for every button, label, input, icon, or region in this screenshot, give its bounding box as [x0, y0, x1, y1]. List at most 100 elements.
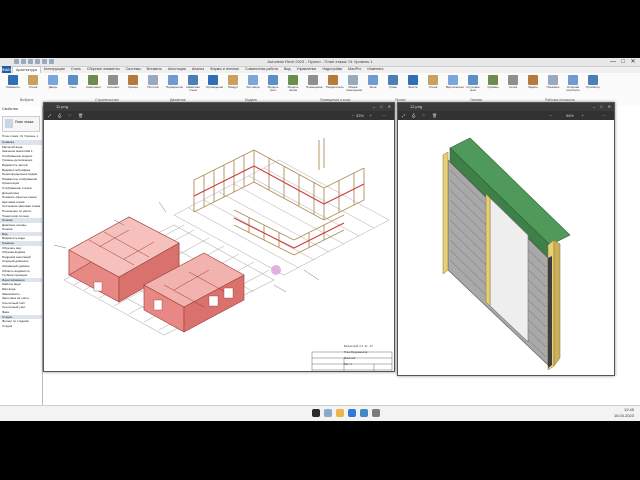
ribbon-button-0[interactable]: Изменить	[6, 75, 20, 97]
ribbon-button-label: Крыша	[128, 85, 138, 89]
ribbon-button-14[interactable]: Модель линия	[286, 75, 300, 97]
delete-icon[interactable]: 🗑	[78, 111, 83, 120]
heart-icon[interactable]: ♡	[422, 111, 426, 120]
tab-2[interactable]: Сталь	[68, 66, 84, 73]
ribbon-button-26[interactable]: Задать	[526, 75, 540, 97]
delete-icon[interactable]: 🗑	[432, 111, 437, 120]
ribbon-button-23[interactable]: Слуховое окно	[466, 75, 480, 97]
tab-0[interactable]: Архитектура	[12, 66, 41, 73]
screen: Autodesk Revit 2023 - Проект - План этаж…	[0, 0, 640, 480]
type-label: План этажа	[15, 120, 34, 124]
ribbon-button-11[interactable]: Пандус	[226, 75, 240, 97]
ribbon-button-label: Компонент	[86, 85, 102, 89]
fit-icon[interactable]: ⤢	[402, 111, 405, 120]
ribbon-button-15[interactable]: Помещение	[306, 75, 323, 97]
ribbon-button-label: Опорная плоскость	[566, 85, 581, 93]
maximize-icon[interactable]: □	[600, 103, 602, 111]
ribbon-button-2[interactable]: Дверь	[46, 75, 60, 97]
viewer-title-bar: 12.png – □ ✕	[398, 103, 614, 111]
ribbon-button-6[interactable]: Крыша	[126, 75, 140, 97]
ribbon-button-9[interactable]: Навесная стена	[186, 75, 200, 97]
ribbon-button-21[interactable]: Стена	[426, 75, 440, 97]
tab-14[interactable]: Изменить	[364, 66, 386, 73]
minimize-icon[interactable]: –	[593, 103, 595, 111]
ribbon-tool-icon	[108, 75, 118, 85]
ribbon-button-17[interactable]: Марка помещения	[346, 75, 363, 97]
tab-12[interactable]: Надстройки	[319, 66, 345, 73]
ribbon-button-label: Задать	[528, 85, 538, 89]
photos-icon[interactable]	[372, 409, 380, 417]
maximize-icon[interactable]: □	[380, 103, 382, 111]
tab-9[interactable]: Совместная работа	[242, 66, 281, 73]
ribbon-button-1[interactable]: Стена	[26, 75, 40, 97]
ribbon-button-13[interactable]: Модель текст	[266, 75, 280, 97]
zoom-out-icon[interactable]: −	[550, 111, 552, 120]
heart-icon[interactable]: ♡	[68, 111, 72, 120]
ribbon-button-29[interactable]: Просмотр	[586, 75, 600, 97]
zoom-in-icon[interactable]: +	[370, 111, 372, 120]
browser-icon[interactable]	[348, 409, 356, 417]
tab-6[interactable]: Аннотации	[165, 66, 189, 73]
tab-10[interactable]: Вид	[281, 66, 294, 73]
type-selector[interactable]: План этажа	[2, 116, 40, 132]
ribbon-button-24[interactable]: Уровень	[486, 75, 500, 97]
more-icon[interactable]: ⋯	[602, 111, 606, 120]
zoom-in-icon[interactable]: +	[582, 111, 584, 120]
ribbon-button-3[interactable]: Окно	[66, 75, 80, 97]
ribbon-button-20[interactable]: Шахта	[406, 75, 420, 97]
ribbon-button-22[interactable]: Вертикально	[446, 75, 464, 97]
ribbon-button-5[interactable]: Колонна	[106, 75, 120, 97]
image-viewer-left: 11.png – □ ✕ ⤢ ⎙ ♡ 🗑 33% − + ⋯ Балкостро…	[43, 102, 395, 372]
print-icon[interactable]: ⎙	[58, 111, 61, 120]
print-icon[interactable]: ⎙	[412, 111, 415, 120]
revit-icon[interactable]	[360, 409, 368, 417]
minimize-icon[interactable]: –	[373, 103, 375, 111]
tab-5[interactable]: Вставить	[144, 66, 165, 73]
window-controls: — □ ✕	[608, 58, 638, 66]
ribbon-button-19[interactable]: Грань	[386, 75, 400, 97]
tab-1[interactable]: Конструкция	[41, 66, 68, 73]
tab-13[interactable]: MaxiPro	[345, 66, 364, 73]
ribbon-button-label: Модель линия	[287, 85, 299, 93]
view-selector[interactable]: План этажа: 01 Уровень 1	[2, 134, 42, 138]
tab-11[interactable]: Управление	[293, 66, 319, 73]
tab-3[interactable]: Сборные элементы	[84, 66, 123, 73]
file-menu-button[interactable]: Файл	[2, 66, 12, 73]
close-icon[interactable]: ✕	[388, 103, 391, 111]
tab-4[interactable]: Системы	[123, 66, 144, 73]
ribbon-tool-icon	[248, 75, 258, 85]
ribbon-button-4[interactable]: Компонент	[86, 75, 102, 97]
close-button[interactable]: ✕	[628, 58, 638, 66]
ribbon-button-label: Потолок	[147, 85, 159, 89]
fit-icon[interactable]: ⤢	[48, 111, 51, 120]
clock[interactable]: 12:45 16.04.2023	[614, 407, 634, 419]
maximize-button[interactable]: □	[618, 58, 628, 66]
ribbon-button-8[interactable]: Перекрытие	[166, 75, 183, 97]
ribbon-button-18[interactable]: Зона	[366, 75, 380, 97]
ribbon-button-label: Марка помещения	[346, 85, 363, 93]
tab-8[interactable]: Формы и генплан	[207, 66, 242, 73]
ribbon-tool-icon	[268, 75, 278, 85]
ribbon-button-7[interactable]: Потолок	[146, 75, 160, 97]
ribbon-button-label: Грань	[388, 85, 397, 89]
ribbon-button-25[interactable]: Сетка	[506, 75, 520, 97]
ribbon-tool-icon	[468, 75, 478, 85]
start-icon[interactable]	[312, 409, 320, 417]
ribbon-tool-icon	[428, 75, 438, 85]
minimize-button[interactable]: —	[608, 58, 618, 66]
explorer-icon[interactable]	[336, 409, 344, 417]
ribbon-button-27[interactable]: Показать	[546, 75, 560, 97]
ribbon-button-28[interactable]: Опорная плоскость	[566, 75, 580, 97]
search-icon[interactable]	[324, 409, 332, 417]
more-icon[interactable]: ⋯	[382, 111, 386, 120]
ribbon-button-label: Модель текст	[267, 85, 279, 93]
ribbon-button-label: Стена	[28, 85, 38, 89]
close-icon[interactable]: ✕	[608, 103, 611, 111]
ribbon-tool-icon	[168, 75, 178, 85]
properties-list: Графика Масштаб вида Значение масштаба 1: О…	[0, 140, 42, 328]
ribbon-button-12[interactable]: Лестница	[246, 75, 260, 97]
ribbon-button-10[interactable]: Ограждение	[206, 75, 223, 97]
zoom-out-icon[interactable]: −	[352, 111, 354, 120]
ribbon-button-16[interactable]: Разделитель	[326, 75, 344, 97]
tab-7[interactable]: Анализ	[189, 66, 207, 73]
